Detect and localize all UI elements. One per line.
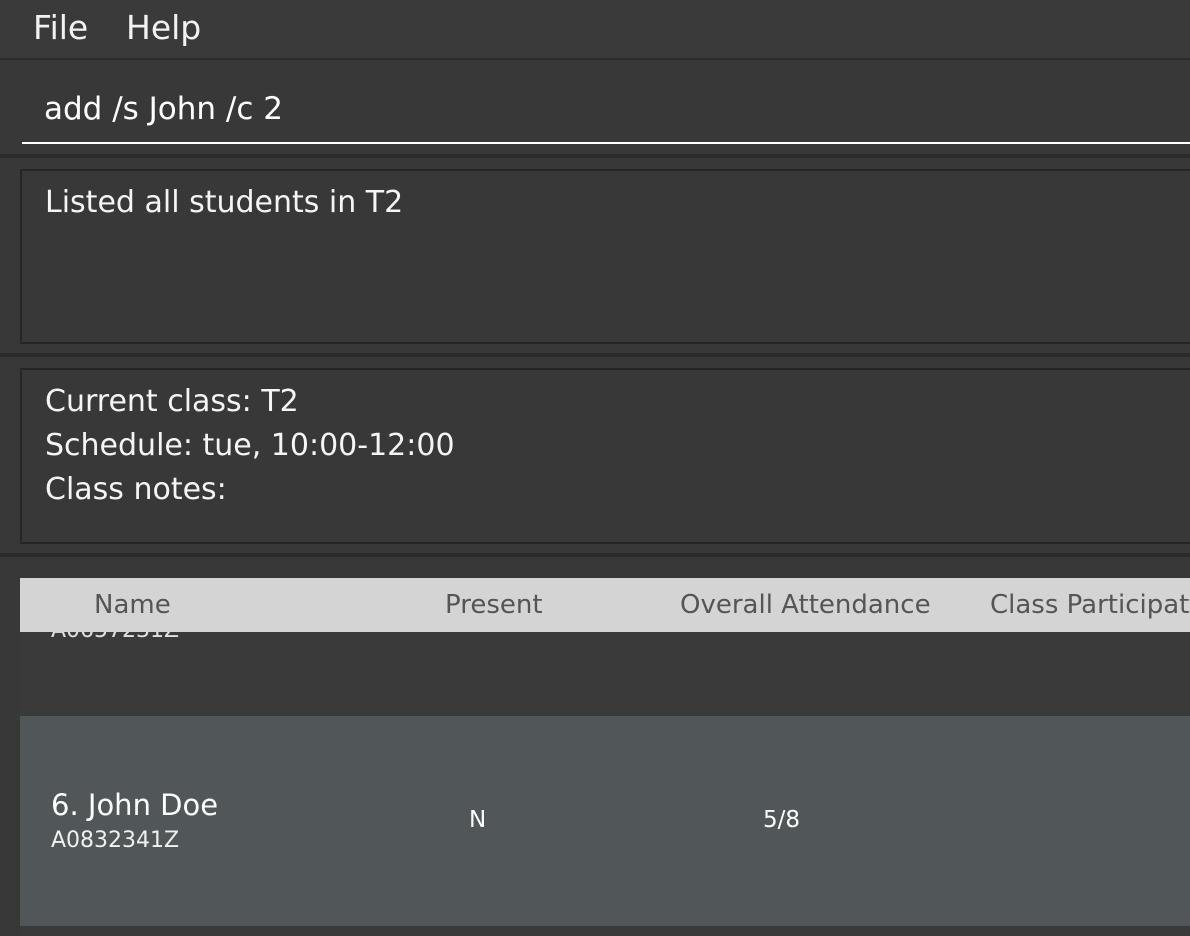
command-input[interactable] (22, 76, 1190, 144)
result-display: Listed all students in T2 (20, 169, 1190, 344)
schedule-label: Schedule: tue, 10:00-12:00 (45, 428, 455, 463)
table-footer (20, 926, 1190, 936)
student-id: A0832341Z (51, 828, 180, 853)
table-row[interactable]: 6. John Doe A0832341Z N 5/8 (20, 716, 1190, 926)
menu-bar: File Help (0, 0, 1190, 60)
result-message: Listed all students in T2 (45, 185, 404, 220)
divider (0, 154, 1190, 158)
student-table[interactable]: Name Present Overall Attendance Class Pa… (20, 578, 1190, 936)
present-value: N (469, 807, 487, 833)
menu-help[interactable]: Help (126, 8, 201, 47)
column-header-class-participation[interactable]: Class Participatic (990, 590, 1190, 620)
app-window: File Help Listed all students in T2 Curr… (0, 0, 1190, 936)
table-header: Name Present Overall Attendance Class Pa… (20, 578, 1190, 632)
menu-file[interactable]: File (33, 8, 88, 47)
column-header-present[interactable]: Present (445, 590, 543, 620)
student-name: 6. John Doe (51, 788, 219, 822)
divider (0, 553, 1190, 557)
divider (0, 353, 1190, 357)
table-row[interactable]: A0657231Z (20, 618, 1190, 716)
column-header-overall-attendance[interactable]: Overall Attendance (680, 590, 931, 620)
current-class-label: Current class: T2 (45, 384, 299, 419)
attendance-value: 5/8 (763, 807, 801, 833)
command-box (0, 62, 1190, 154)
class-notes-label: Class notes: (45, 472, 227, 507)
class-info-panel: Current class: T2 Schedule: tue, 10:00-1… (20, 368, 1190, 544)
table-margin (0, 557, 20, 936)
column-header-name[interactable]: Name (94, 590, 171, 620)
